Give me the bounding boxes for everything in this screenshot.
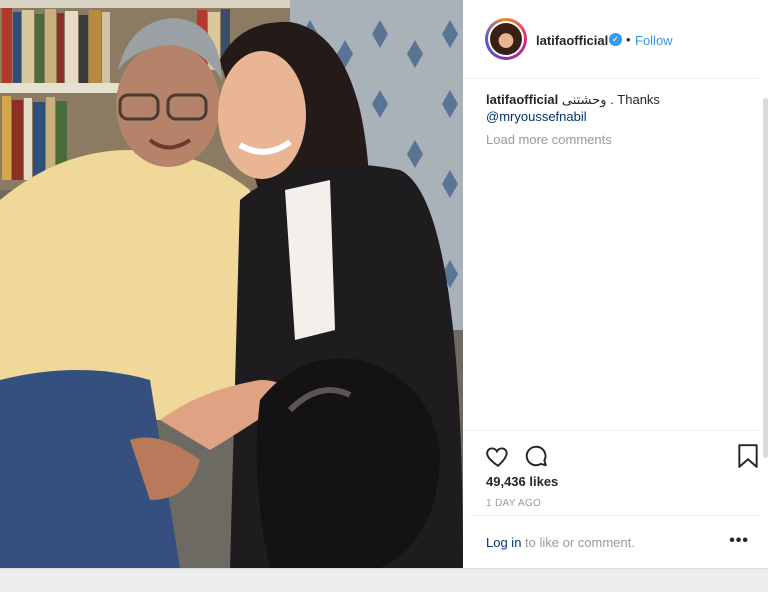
avatar-ring-inner [488,21,524,57]
post-header: latifaofficial ✓ • Follow [463,0,759,79]
heart-icon[interactable] [485,443,511,469]
caption-text: وحشتنى . Thanks [561,92,660,107]
login-link[interactable]: Log in [486,535,521,550]
login-row: Log in to like or comment. ••• [471,515,759,568]
follow-button[interactable]: Follow [635,33,673,48]
more-options-icon[interactable]: ••• [729,532,749,550]
avatar-image [490,23,522,55]
login-prompt: Log in to like or comment. [486,535,635,550]
post-timestamp[interactable]: 1 DAY AGO [486,498,541,509]
comment-icon[interactable] [523,443,549,469]
load-more-comments[interactable]: Load more comments [486,132,612,147]
caption-username[interactable]: latifaofficial [486,92,558,107]
avatar[interactable] [485,18,527,60]
username-link[interactable]: latifaofficial [536,33,608,48]
verified-badge-icon: ✓ [609,33,622,46]
post-sidebar: latifaofficial ✓ • Follow latifaofficial… [463,0,768,568]
login-suffix: to like or comment. [521,535,635,550]
bookmark-icon[interactable] [736,443,762,469]
window-bottom-bar [0,568,768,592]
caption-mention-link[interactable]: @mryoussefnabil [486,108,756,125]
scrollbar[interactable] [763,98,768,458]
post-caption: latifaofficial وحشتنى . Thanks @mryousse… [486,91,756,125]
header-separator: • [626,32,631,47]
action-bar [463,430,759,471]
likes-count[interactable]: 49,436 likes [486,474,558,489]
post-photo[interactable] [0,0,463,568]
